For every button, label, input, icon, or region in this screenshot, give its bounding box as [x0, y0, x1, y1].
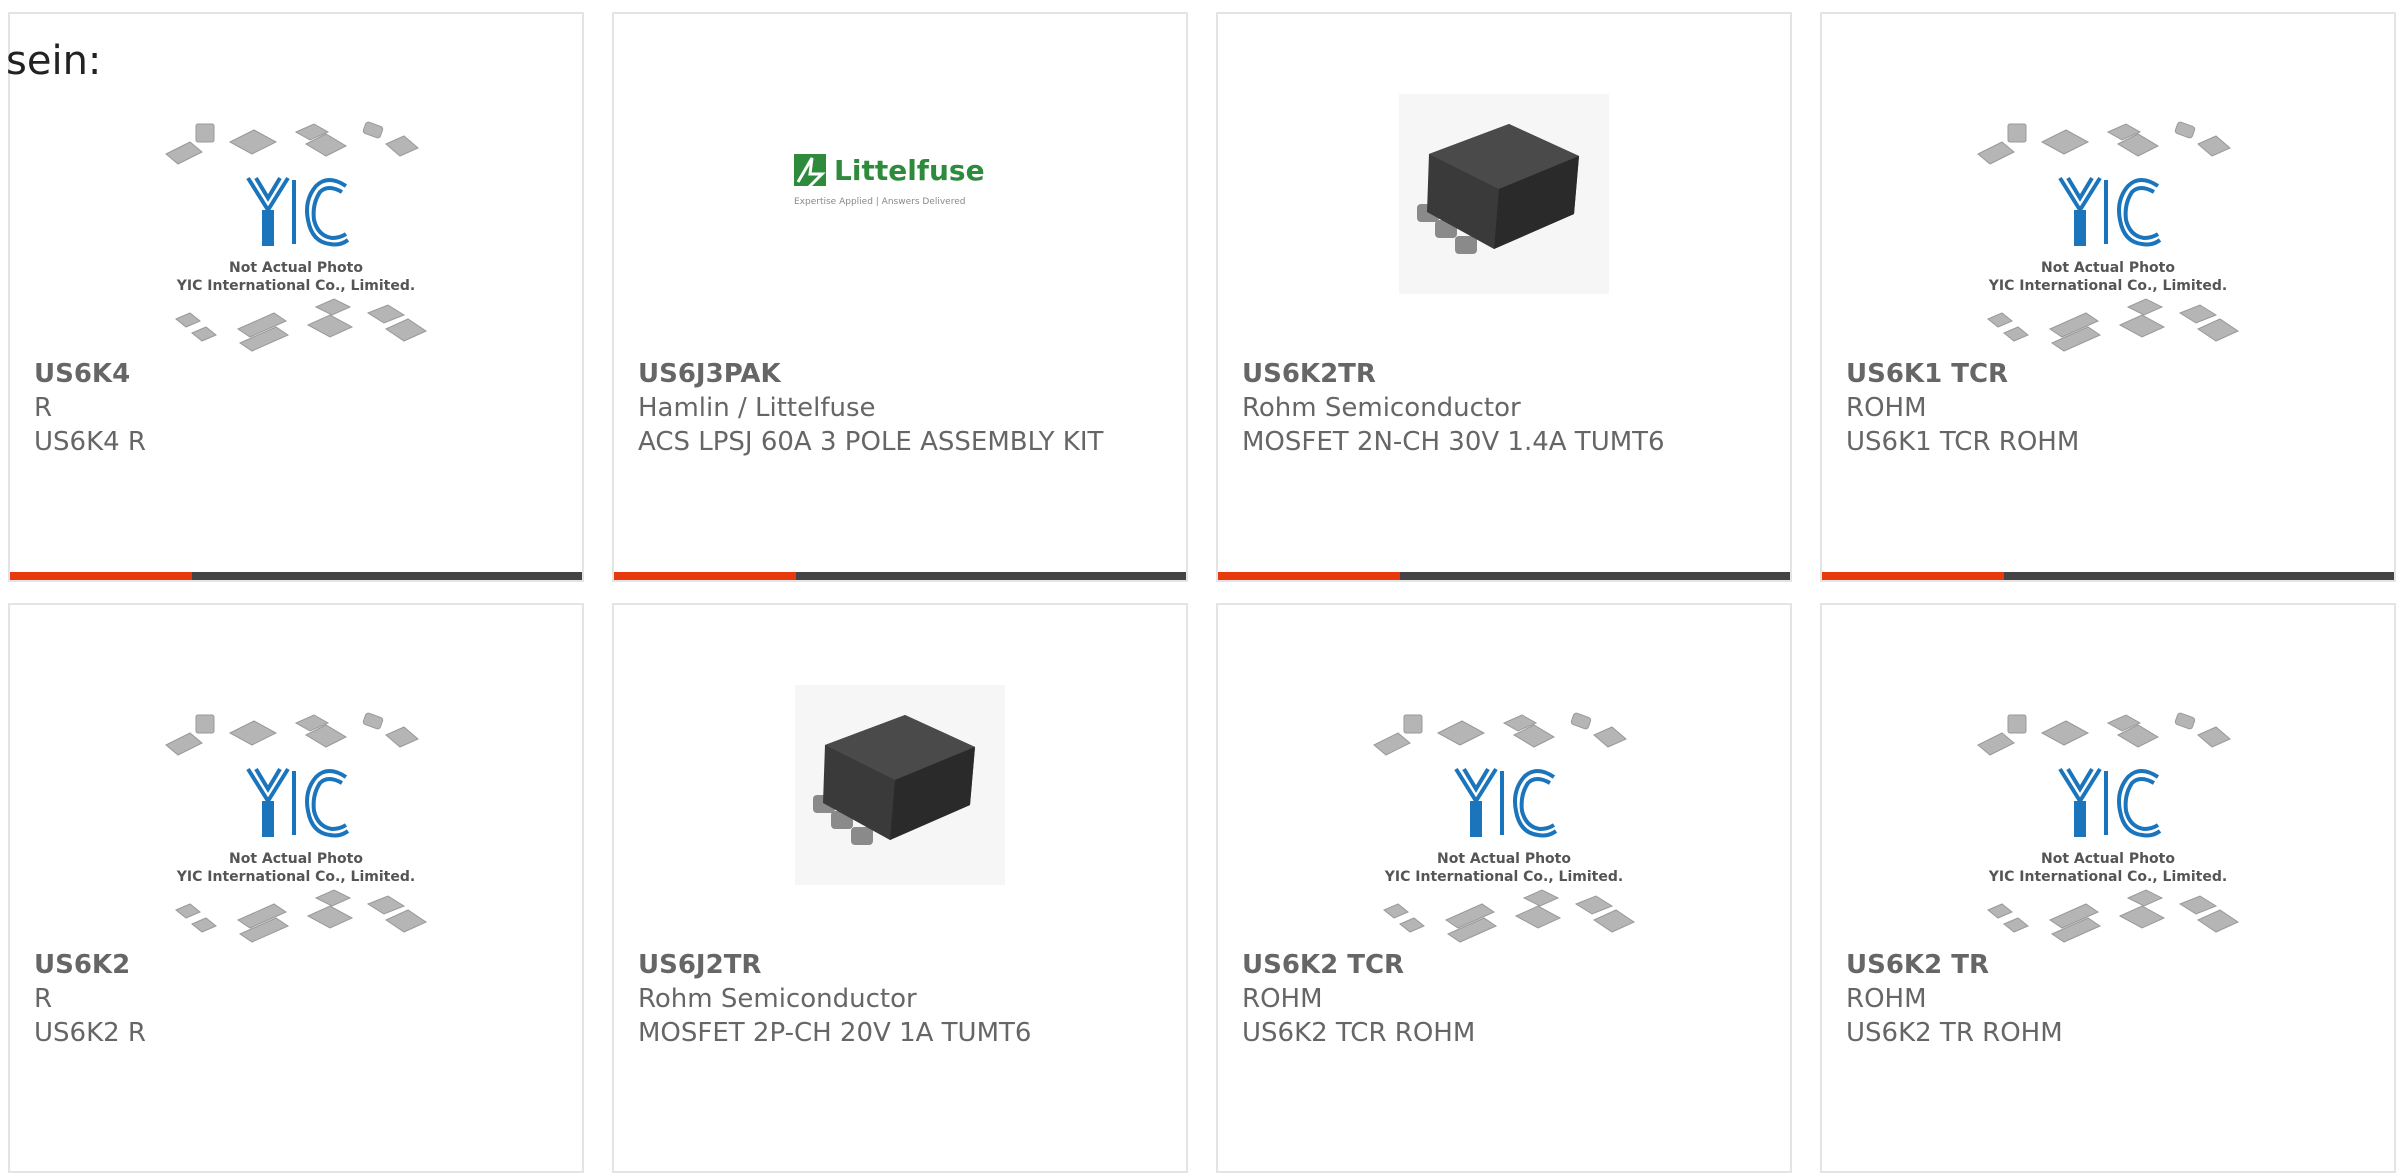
part-number[interactable]: US6K4	[34, 357, 558, 391]
product-card[interactable]: Not Actual Photo YIC International Co., …	[1820, 603, 2396, 1173]
svg-text:Expertise Applied | Answers De: Expertise Applied | Answers Delivered	[794, 197, 965, 207]
product-card[interactable]: Not Actual Photo YIC International Co., …	[1216, 603, 1792, 1173]
manufacturer: ROHM	[1846, 984, 1927, 1014]
manufacturer: Rohm Semiconductor	[638, 984, 917, 1014]
product-image: Not Actual Photo YIC International Co., …	[1822, 104, 2394, 364]
svg-text:Not Actual Photo: Not Actual Photo	[2041, 260, 2175, 276]
product-grid: Not Actual Photo YIC International Co., …	[0, 0, 2400, 1173]
card-bar	[1218, 572, 1790, 580]
description: US6K4 R	[34, 427, 146, 457]
product-card[interactable]: Not Actual Photo YIC International Co., …	[1820, 12, 2396, 582]
chip-photo	[1399, 94, 1609, 294]
svg-text:Littelfuse: Littelfuse	[834, 154, 985, 187]
description: MOSFET 2N-CH 30V 1.4A TUMT6	[1242, 427, 1665, 457]
product-image	[614, 675, 1186, 895]
product-image: Not Actual Photo YIC International Co., …	[10, 104, 582, 364]
chip-photo	[795, 685, 1005, 885]
yic-logo-icon	[246, 767, 350, 838]
card-bar	[10, 572, 582, 580]
manufacturer: Hamlin / Littelfuse	[638, 393, 876, 423]
yic-logo-icon	[2058, 176, 2162, 247]
description: MOSFET 2P-CH 20V 1A TUMT6	[638, 1018, 1032, 1048]
product-card[interactable]: Littelfuse Expertise Applied | Answers D…	[612, 12, 1188, 582]
yic-logo-icon	[1454, 767, 1558, 838]
manufacturer: ROHM	[1846, 393, 1927, 423]
placeholder-image: Not Actual Photo YIC International Co., …	[1373, 712, 1636, 943]
yic-logo-icon	[246, 176, 350, 247]
description: ACS LPSJ 60A 3 POLE ASSEMBLY KIT	[638, 427, 1104, 457]
svg-text:YIC International Co., Limited: YIC International Co., Limited.	[176, 869, 415, 885]
product-card[interactable]: Not Actual Photo YIC International Co., …	[8, 12, 584, 582]
part-number[interactable]: US6K2 TCR	[1242, 948, 1766, 982]
placeholder-image: Not Actual Photo YIC International Co., …	[1977, 712, 2240, 943]
description: US6K1 TCR ROHM	[1846, 427, 2080, 457]
card-bar-accent	[614, 572, 796, 580]
svg-text:Not Actual Photo: Not Actual Photo	[2041, 851, 2175, 867]
part-number[interactable]: US6K2	[34, 948, 558, 982]
manufacturer: R	[34, 984, 53, 1014]
manufacturer: R	[34, 393, 53, 423]
placeholder-image: Not Actual Photo YIC International Co., …	[165, 121, 428, 352]
littelfuse-logo: Littelfuse Expertise Applied | Answers D…	[794, 154, 985, 207]
svg-text:YIC International Co., Limited: YIC International Co., Limited.	[176, 278, 415, 294]
svg-text:Not Actual Photo: Not Actual Photo	[229, 851, 363, 867]
part-number[interactable]: US6J2TR	[638, 948, 1162, 982]
svg-text:YIC International Co., Limited: YIC International Co., Limited.	[1988, 869, 2227, 885]
manufacturer: ROHM	[1242, 984, 1323, 1014]
product-image	[1218, 84, 1790, 304]
manufacturer: Rohm Semiconductor	[1242, 393, 1521, 423]
card-bar-accent	[1218, 572, 1400, 580]
card-bar-accent	[1822, 572, 2004, 580]
part-number[interactable]: US6J3PAK	[638, 357, 1162, 391]
svg-text:Not Actual Photo: Not Actual Photo	[1437, 851, 1571, 867]
product-card[interactable]: US6K2TR Rohm Semiconductor MOSFET 2N-CH …	[1216, 12, 1792, 582]
description: US6K2 R	[34, 1018, 146, 1048]
placeholder-image: Not Actual Photo YIC International Co., …	[165, 712, 428, 943]
svg-text:YIC International Co., Limited: YIC International Co., Limited.	[1988, 278, 2227, 294]
card-bar	[1822, 572, 2394, 580]
part-number[interactable]: US6K2 TR	[1846, 948, 2370, 982]
product-card[interactable]: US6J2TR Rohm Semiconductor MOSFET 2P-CH …	[612, 603, 1188, 1173]
product-image: Not Actual Photo YIC International Co., …	[1822, 695, 2394, 955]
card-bar	[614, 572, 1186, 580]
svg-text:Not Actual Photo: Not Actual Photo	[229, 260, 363, 276]
part-number[interactable]: US6K2TR	[1242, 357, 1766, 391]
intro-text: sein:	[6, 38, 102, 84]
product-image: Littelfuse Expertise Applied | Answers D…	[614, 134, 1186, 234]
description: US6K2 TR ROHM	[1846, 1018, 2063, 1048]
card-bar-accent	[10, 572, 192, 580]
placeholder-image: Not Actual Photo YIC International Co., …	[1977, 121, 2240, 352]
svg-text:YIC International Co., Limited: YIC International Co., Limited.	[1384, 869, 1623, 885]
product-image: Not Actual Photo YIC International Co., …	[10, 695, 582, 955]
product-card[interactable]: Not Actual Photo YIC International Co., …	[8, 603, 584, 1173]
product-image: Not Actual Photo YIC International Co., …	[1218, 695, 1790, 955]
part-number[interactable]: US6K1 TCR	[1846, 357, 2370, 391]
yic-logo-icon	[2058, 767, 2162, 838]
description: US6K2 TCR ROHM	[1242, 1018, 1476, 1048]
